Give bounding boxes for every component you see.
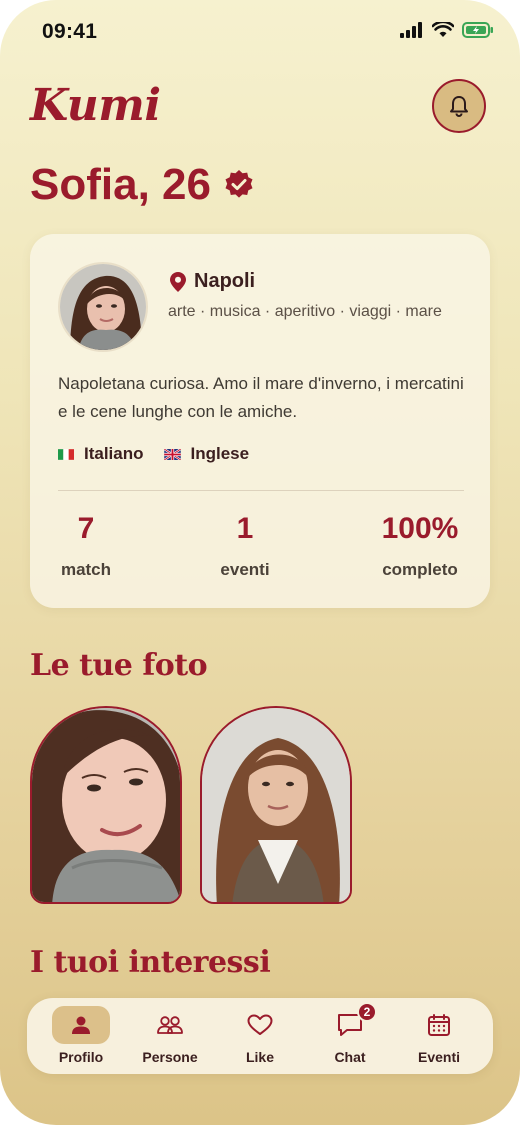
nav-pill [231, 1006, 289, 1044]
uk-flag-icon [163, 448, 181, 460]
language-label: Inglese [190, 444, 250, 463]
stat-label: eventi [220, 560, 270, 579]
language-italiano: Italiano [58, 444, 144, 464]
nav-label: Eventi [417, 1049, 460, 1065]
italy-flag-icon [58, 448, 74, 460]
bell-icon [450, 96, 468, 117]
nav-tab-like[interactable]: Like [220, 1006, 300, 1068]
stat-label: completo [382, 560, 458, 579]
notifications-button[interactable] [432, 79, 486, 133]
people-icon [157, 1016, 183, 1034]
status-bar: 09:41 [0, 0, 520, 64]
battery-icon [462, 22, 493, 38]
stat-label: match [60, 560, 112, 579]
stat-completo: 100% completo [370, 512, 470, 580]
photo-1[interactable] [30, 706, 182, 904]
location: Napoli [170, 270, 255, 293]
nav-pill [141, 1006, 199, 1044]
stat-eventi: 1 eventi [200, 512, 290, 580]
stat-value: 1 [236, 512, 254, 545]
stat-value: 7 [77, 512, 95, 545]
nav-tab-eventi[interactable]: Eventi [399, 1006, 479, 1068]
profile-card: Napoli arte · musica · aperitivo · viagg… [30, 234, 490, 608]
nav-label: Persone [142, 1049, 198, 1065]
nav-pill: 2 [321, 1002, 379, 1044]
bottom-nav: Profilo Persone Like 2 Chat Eventi [27, 998, 493, 1074]
nav-tab-chat[interactable]: 2 Chat [310, 1002, 390, 1068]
heart-icon [247, 1014, 273, 1035]
card-divider [58, 490, 464, 491]
person-icon [72, 1016, 90, 1034]
language-label: Italiano [84, 444, 144, 463]
profile-name: Sofia, 26 [30, 160, 255, 210]
avatar[interactable] [58, 262, 148, 352]
nav-label: Chat [334, 1049, 366, 1065]
languages: Italiano Inglese [58, 444, 249, 464]
bio-text: Napoletana curiosa. Amo il mare d'invern… [58, 374, 464, 421]
calendar-icon [428, 1014, 450, 1036]
location-text: Napoli [194, 270, 256, 292]
stat-match: 7 match [44, 512, 128, 580]
nav-pill [52, 1006, 110, 1044]
nav-tab-persone[interactable]: Persone [130, 1006, 210, 1068]
verified-badge-icon [225, 170, 253, 198]
name-age-text: Sofia, 26 [30, 160, 211, 209]
nav-label: Profilo [58, 1049, 104, 1065]
photo-2[interactable] [200, 706, 352, 904]
signal-icon [400, 22, 422, 38]
nav-pill [410, 1006, 468, 1044]
stat-value: 100% [381, 512, 459, 545]
phone-screen: 09:41 Kumi Sofia, 26 Napoli arte · music… [0, 0, 520, 1125]
chat-unread-badge: 2 [357, 1002, 377, 1022]
app-logo: Kumi [30, 80, 161, 131]
language-inglese: Inglese [163, 444, 250, 464]
location-pin-icon [170, 271, 186, 292]
photos-section-title: Le tue foto [30, 648, 208, 683]
interests-section-title: I tuoi interessi [30, 945, 271, 980]
interest-tags: arte · musica · aperitivo · viaggi · mar… [168, 303, 442, 320]
status-icons [400, 22, 494, 38]
wifi-icon [432, 22, 454, 37]
nav-tab-profilo[interactable]: Profilo [41, 1006, 121, 1068]
nav-label: Like [245, 1049, 274, 1065]
status-time: 09:41 [42, 20, 98, 43]
